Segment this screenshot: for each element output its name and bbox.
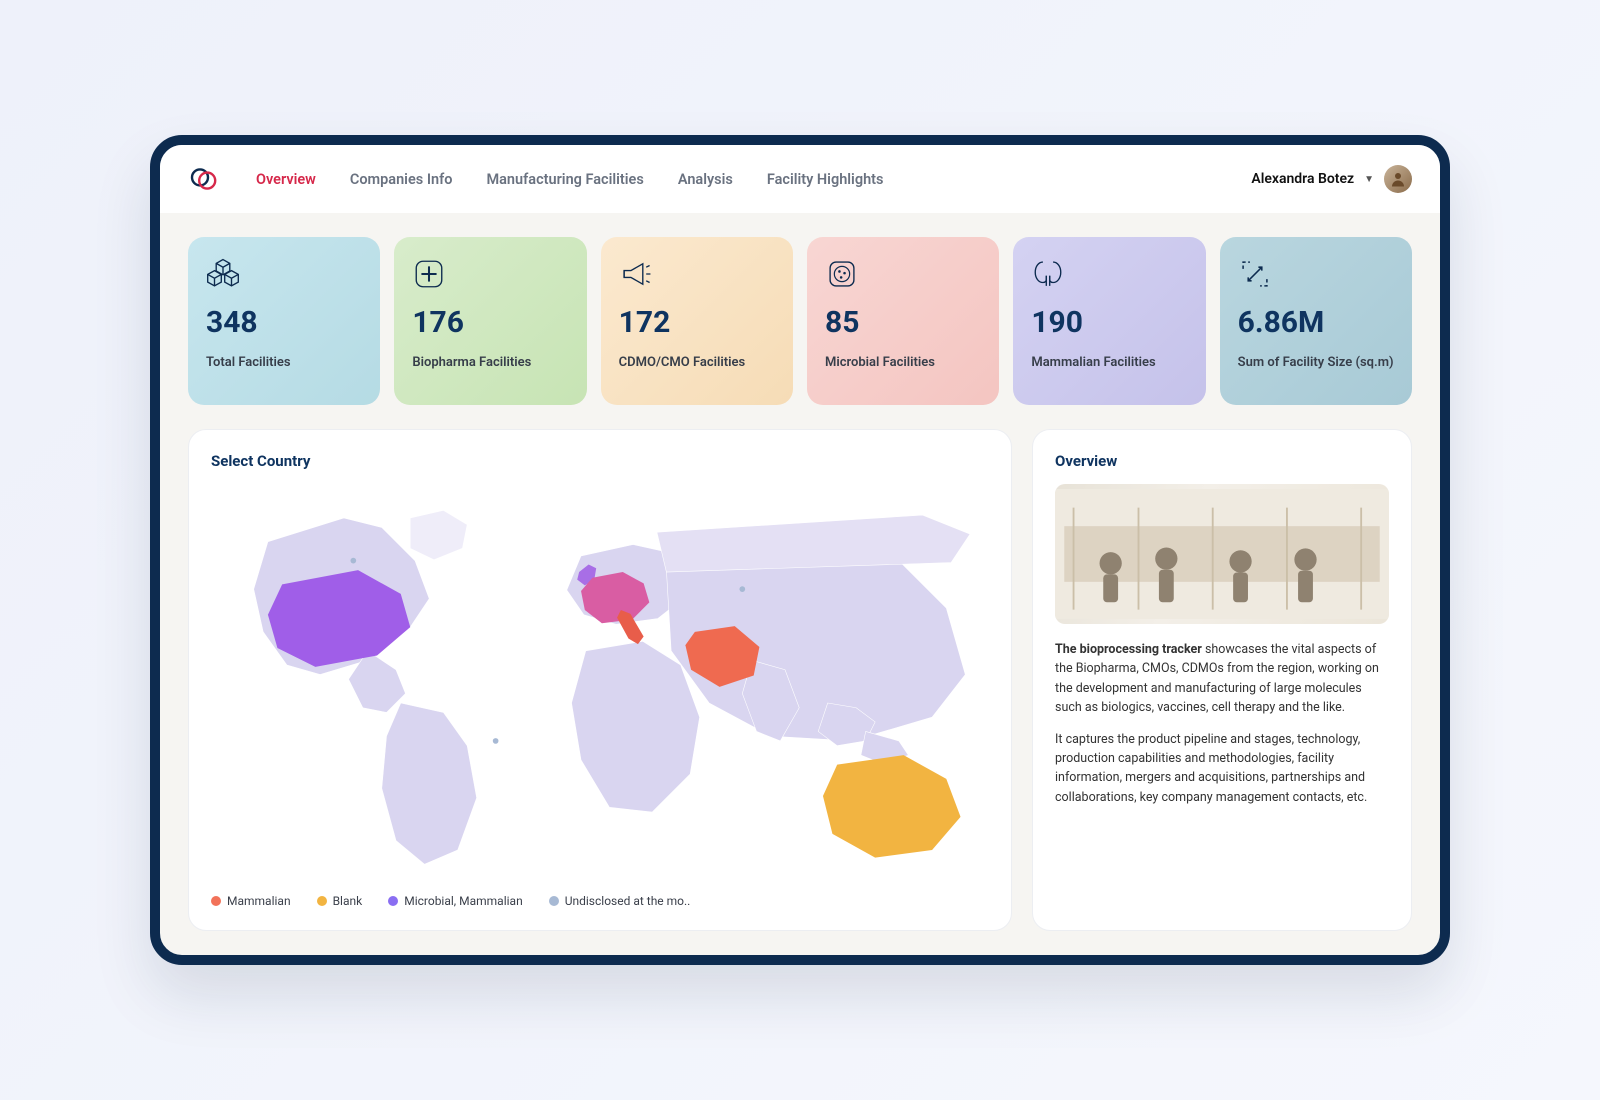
card-value: 6.86M — [1238, 305, 1394, 340]
legend-label: Undisclosed at the mo.. — [565, 894, 691, 908]
tablet-frame: Overview Companies Info Manufacturing Fa… — [150, 135, 1450, 965]
kidneys-icon — [1031, 257, 1065, 291]
topbar: Overview Companies Info Manufacturing Fa… — [160, 145, 1440, 213]
legend-dot-icon — [549, 896, 559, 906]
logo-icon — [188, 163, 220, 195]
cubes-icon — [206, 257, 240, 291]
card-label: CDMO/CMO Facilities — [619, 354, 775, 372]
card-label: Mammalian Facilities — [1031, 354, 1187, 372]
legend-label: Blank — [333, 894, 363, 908]
card-value: 190 — [1031, 305, 1187, 340]
card-facility-size[interactable]: 6.86M Sum of Facility Size (sq.m) — [1220, 237, 1412, 405]
nav-manufacturing-facilities[interactable]: Manufacturing Facilities — [486, 171, 643, 188]
card-label: Sum of Facility Size (sq.m) — [1238, 354, 1394, 372]
overview-p1-bold: The bioprocessing tracker — [1055, 642, 1202, 657]
card-total-facilities[interactable]: 348 Total Facilities — [188, 237, 380, 405]
legend-item: Mammalian — [211, 894, 291, 908]
legend-label: Microbial, Mammalian — [404, 894, 522, 908]
user-name: Alexandra Botez — [1251, 171, 1354, 187]
user-menu[interactable]: Alexandra Botez ▼ — [1251, 165, 1412, 193]
card-label: Microbial Facilities — [825, 354, 981, 372]
logo — [188, 163, 220, 195]
nav-companies-info[interactable]: Companies Info — [350, 171, 453, 188]
overview-image — [1055, 484, 1389, 624]
nav-overview[interactable]: Overview — [256, 171, 316, 188]
megaphone-icon — [619, 257, 653, 291]
card-mammalian-facilities[interactable]: 190 Mammalian Facilities — [1013, 237, 1205, 405]
medical-icon — [412, 257, 446, 291]
map-legend: Mammalian Blank Microbial, Mammalian Und… — [211, 894, 989, 908]
content: 348 Total Facilities 176 Biopharma Facil… — [160, 213, 1440, 955]
expand-icon — [1238, 257, 1272, 291]
nav-facility-highlights[interactable]: Facility Highlights — [767, 171, 884, 188]
legend-item: Microbial, Mammalian — [388, 894, 522, 908]
chevron-down-icon: ▼ — [1364, 174, 1374, 185]
overview-text: The bioprocessing tracker showcases the … — [1055, 640, 1389, 819]
legend-dot-icon — [388, 896, 398, 906]
microbe-icon — [825, 257, 859, 291]
lower-row: Select Country — [188, 429, 1412, 931]
legend-dot-icon — [317, 896, 327, 906]
nav-analysis[interactable]: Analysis — [678, 171, 733, 188]
card-value: 176 — [412, 305, 568, 340]
legend-dot-icon — [211, 896, 221, 906]
card-label: Biopharma Facilities — [412, 354, 568, 372]
overview-title: Overview — [1055, 452, 1389, 470]
overview-p2: It captures the product pipeline and sta… — [1055, 730, 1389, 808]
avatar — [1384, 165, 1412, 193]
card-label: Total Facilities — [206, 354, 362, 372]
card-cdmo-cmo-facilities[interactable]: 172 CDMO/CMO Facilities — [601, 237, 793, 405]
card-biopharma-facilities[interactable]: 176 Biopharma Facilities — [394, 237, 586, 405]
legend-label: Mammalian — [227, 894, 291, 908]
map-title: Select Country — [211, 452, 989, 470]
legend-item: Undisclosed at the mo.. — [549, 894, 691, 908]
world-map[interactable] — [211, 484, 989, 884]
legend-item: Blank — [317, 894, 363, 908]
card-value: 85 — [825, 305, 981, 340]
card-value: 172 — [619, 305, 775, 340]
overview-panel: Overview — [1032, 429, 1412, 931]
stat-cards: 348 Total Facilities 176 Biopharma Facil… — [188, 237, 1412, 405]
card-microbial-facilities[interactable]: 85 Microbial Facilities — [807, 237, 999, 405]
card-value: 348 — [206, 305, 362, 340]
map-panel: Select Country — [188, 429, 1012, 931]
main-nav: Overview Companies Info Manufacturing Fa… — [256, 171, 884, 188]
